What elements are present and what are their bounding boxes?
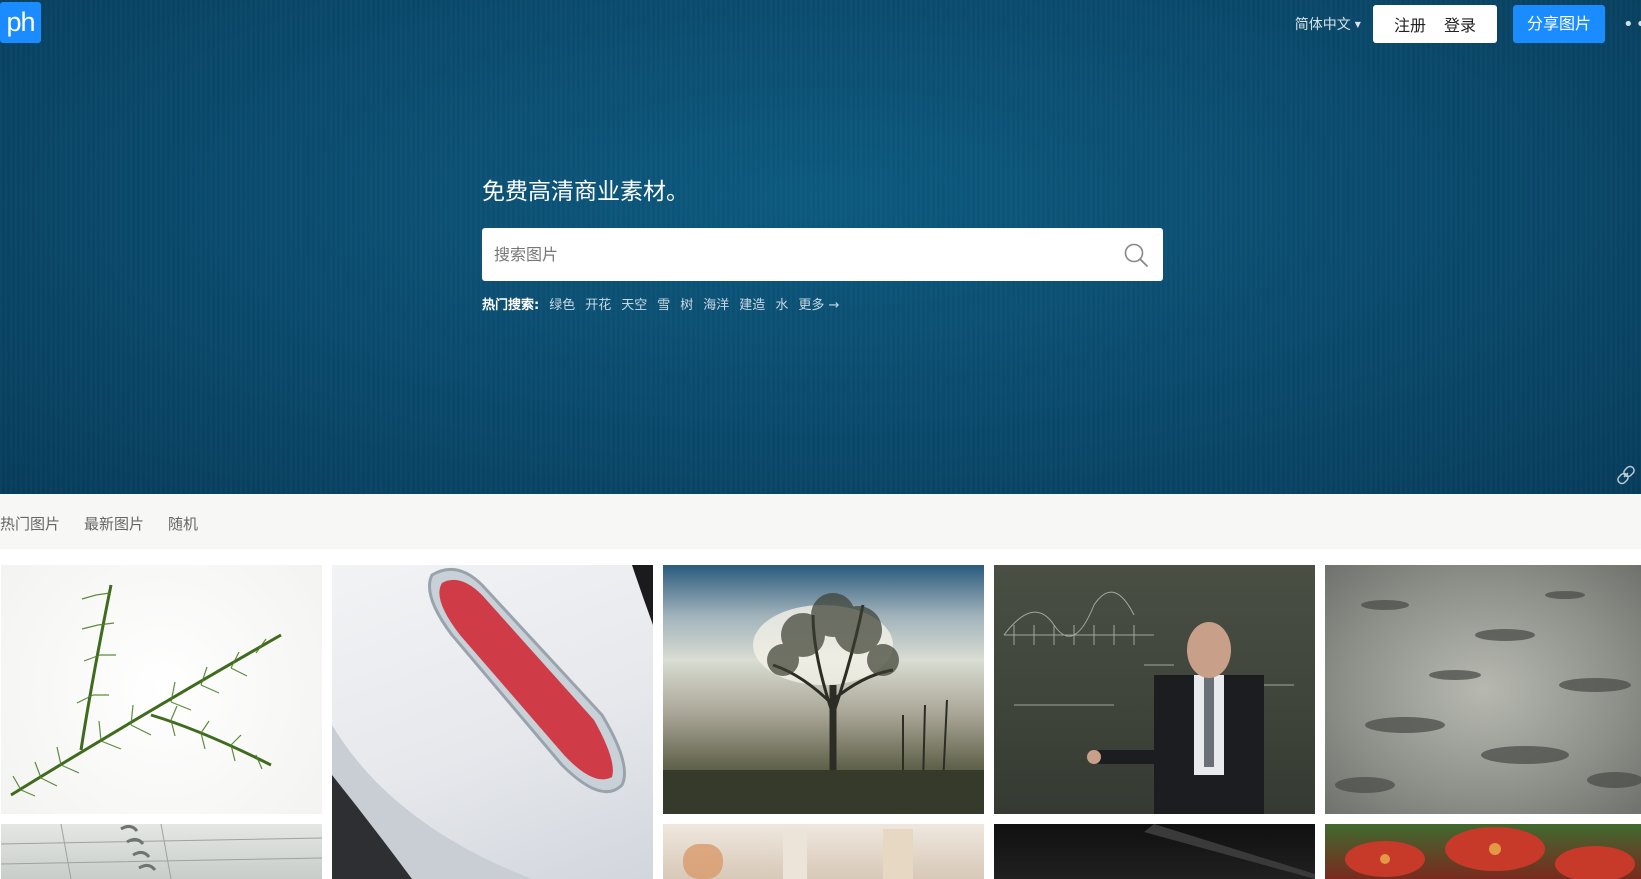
- hot-tag[interactable]: 水: [775, 294, 788, 313]
- login-button[interactable]: 登录: [1435, 12, 1485, 36]
- language-selector[interactable]: 简体中文 ▼: [1295, 14, 1361, 34]
- top-nav: 简体中文 ▼ 注册 登录 分享图片 •••: [1295, 5, 1641, 43]
- auth-group: 注册 登录: [1372, 5, 1497, 43]
- site-logo[interactable]: ph: [0, 2, 41, 43]
- caret-down-icon: ▼: [1354, 19, 1361, 29]
- hot-tag[interactable]: 绿色: [549, 294, 575, 313]
- more-tags-link[interactable]: 更多 →: [798, 294, 839, 313]
- hero-tagline: 免费高清商业素材。: [482, 179, 689, 205]
- photo-pine-branch[interactable]: [1, 565, 322, 814]
- hot-tag[interactable]: 开花: [585, 294, 611, 313]
- search-icon[interactable]: [1123, 242, 1149, 268]
- tab-latest[interactable]: 最新图片: [84, 513, 144, 534]
- more-dots-icon[interactable]: •••: [1623, 14, 1641, 35]
- photo-bottles[interactable]: [663, 824, 984, 879]
- photo-teacher-blackboard[interactable]: [994, 565, 1315, 814]
- photo-red-flowers[interactable]: [1325, 824, 1641, 879]
- hot-tag[interactable]: 天空: [621, 294, 647, 313]
- hot-searches: 热门搜索: 绿色 开花 天空 雪 树 海洋 建造 水 更多 →: [482, 294, 1163, 313]
- hot-tag[interactable]: 树: [680, 294, 693, 313]
- hot-tag[interactable]: 建造: [739, 294, 765, 313]
- register-button[interactable]: 注册: [1385, 12, 1435, 36]
- photo-car-taillight[interactable]: [332, 565, 653, 879]
- search-input[interactable]: [482, 228, 1094, 281]
- hero-content: 免费高清商业素材。 热门搜索: 绿色 开花 天空 雪 树 海洋 建造 水 更多 …: [482, 172, 1163, 313]
- language-label: 简体中文: [1294, 17, 1351, 33]
- tab-random[interactable]: 随机: [168, 513, 198, 534]
- photo-dark[interactable]: [994, 824, 1315, 879]
- hot-tag[interactable]: 海洋: [703, 294, 729, 313]
- link-icon[interactable]: [1615, 464, 1637, 486]
- search-box: [482, 228, 1163, 281]
- hot-tag[interactable]: 雪: [657, 294, 670, 313]
- photo-notebook[interactable]: [1, 824, 322, 879]
- share-photo-button[interactable]: 分享图片: [1512, 5, 1605, 43]
- photo-rain-water[interactable]: [1325, 565, 1641, 814]
- hero-banner: ph 简体中文 ▼ 注册 登录 分享图片 ••• 免费高清商业素材。 热门搜索:…: [0, 0, 1641, 494]
- photo-tree-sunlight[interactable]: [663, 565, 984, 814]
- filter-tabs: 热门图片 最新图片 随机: [0, 494, 1641, 549]
- hot-searches-label: 热门搜索:: [482, 298, 540, 313]
- tab-popular[interactable]: 热门图片: [0, 513, 60, 534]
